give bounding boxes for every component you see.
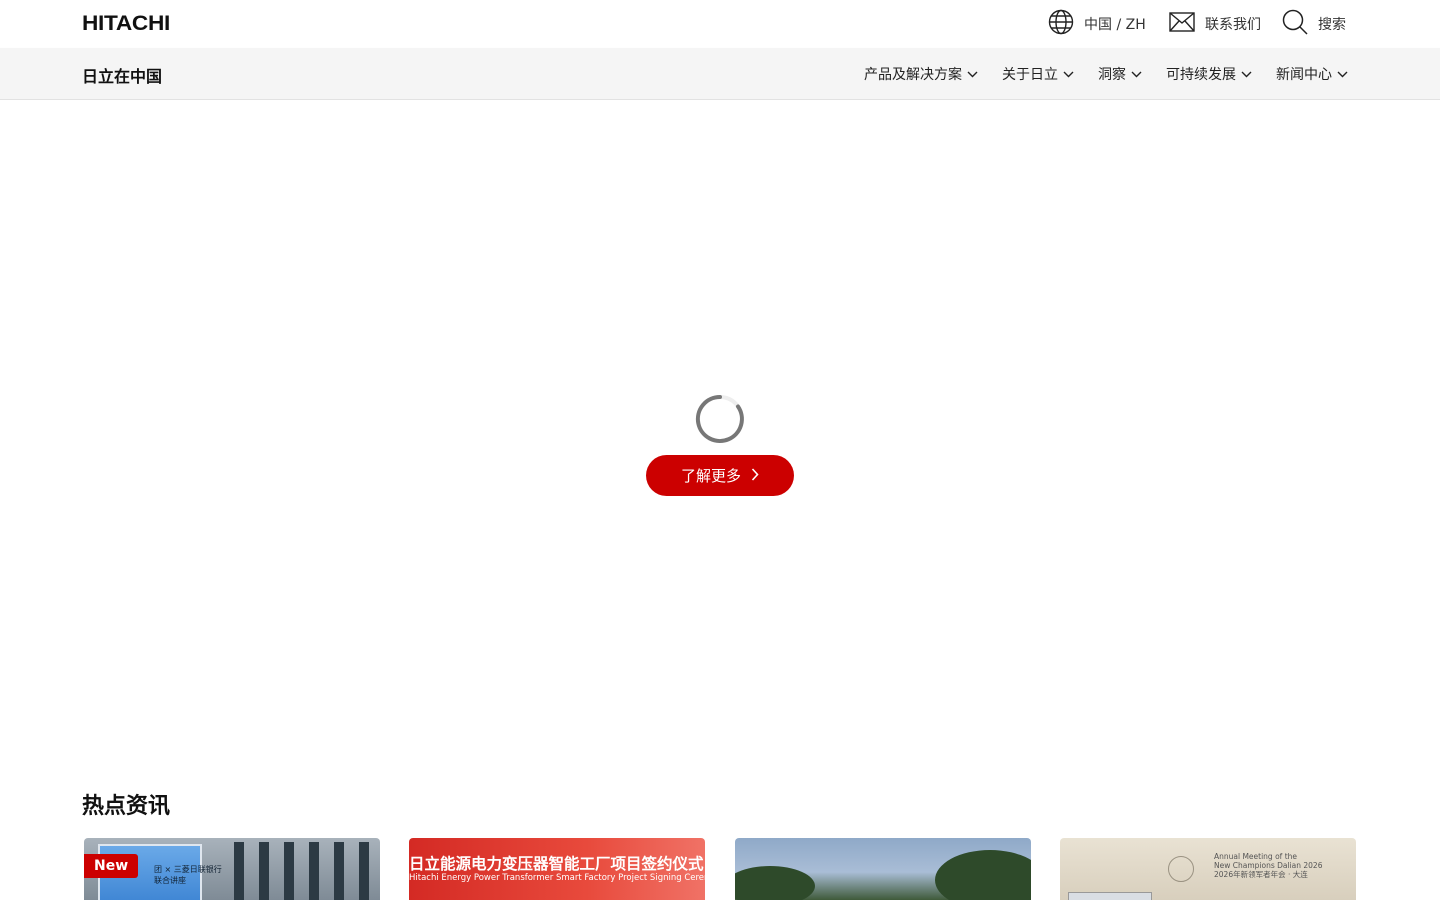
news-card[interactable]: 日立能源电力变压器智能工厂项目签约仪式 Hitachi Energy Power… bbox=[409, 838, 705, 900]
learn-more-label: 了解更多 bbox=[680, 467, 741, 485]
card-image-text: Annual Meeting of the New Champions Dali… bbox=[1214, 852, 1323, 879]
search-icon bbox=[1282, 9, 1308, 39]
window-pane bbox=[234, 842, 244, 900]
top-bar: HITACHI 中国 / ZH 联系我们 搜索 bbox=[0, 0, 1440, 48]
chevron-down-icon bbox=[967, 66, 978, 82]
nav-item-label: 洞察 bbox=[1098, 67, 1126, 83]
nav-item-label: 可持续发展 bbox=[1166, 67, 1236, 83]
chevron-down-icon bbox=[1241, 66, 1252, 82]
contact-link[interactable]: 联系我们 bbox=[1169, 0, 1261, 48]
language-label: 中国 / ZH bbox=[1084, 17, 1146, 33]
mail-icon bbox=[1169, 12, 1195, 36]
chevron-down-icon bbox=[1063, 66, 1074, 82]
forum-logo-icon bbox=[1168, 856, 1194, 882]
window-pane bbox=[359, 842, 369, 900]
window-pane bbox=[334, 842, 344, 900]
main-nav: 产品及解决方案 关于日立 洞察 可持续发展 新闻中心 bbox=[840, 48, 1348, 100]
card-image-subtext: Hitachi Energy Power Transformer Smart F… bbox=[409, 873, 705, 883]
news-section-title: 热点资讯 bbox=[82, 794, 171, 819]
nav-item-insights[interactable]: 洞察 bbox=[1098, 64, 1142, 84]
nav-item-products[interactable]: 产品及解决方案 bbox=[864, 64, 978, 84]
card-image-text: 团 × 三菱日联银行 联合讲座 bbox=[154, 865, 222, 885]
learn-more-button[interactable]: 了解更多 bbox=[646, 455, 794, 496]
loading-spinner-icon bbox=[695, 394, 745, 444]
nav-item-about[interactable]: 关于日立 bbox=[1002, 64, 1074, 84]
nav-item-label: 新闻中心 bbox=[1276, 67, 1332, 83]
news-card[interactable] bbox=[735, 838, 1031, 900]
chevron-down-icon bbox=[1337, 66, 1348, 82]
card-image-screen bbox=[1068, 892, 1152, 900]
sub-navigation: 日立在中国 产品及解决方案 关于日立 洞察 可持续发展 新闻中心 bbox=[0, 48, 1440, 100]
globe-icon bbox=[1048, 9, 1074, 39]
site-title[interactable]: 日立在中国 bbox=[82, 63, 162, 87]
search-button[interactable]: 搜索 bbox=[1282, 0, 1346, 48]
nav-item-newsroom[interactable]: 新闻中心 bbox=[1276, 64, 1348, 84]
nav-item-sustainability[interactable]: 可持续发展 bbox=[1166, 64, 1252, 84]
tree-shape bbox=[735, 866, 815, 900]
hero-section: 了解更多 bbox=[0, 100, 1440, 760]
window-pane bbox=[284, 842, 294, 900]
window-pane bbox=[309, 842, 319, 900]
hitachi-logo[interactable]: HITACHI bbox=[82, 12, 170, 36]
news-card[interactable]: 团 × 三菱日联银行 联合讲座 New bbox=[84, 838, 380, 900]
news-card[interactable]: Annual Meeting of the New Champions Dali… bbox=[1060, 838, 1356, 900]
nav-item-label: 产品及解决方案 bbox=[864, 67, 962, 83]
chevron-down-icon bbox=[1131, 66, 1142, 82]
language-selector[interactable]: 中国 / ZH bbox=[1048, 0, 1146, 48]
tree-shape bbox=[935, 850, 1031, 900]
contact-label: 联系我们 bbox=[1205, 17, 1261, 33]
new-badge: New bbox=[84, 854, 139, 878]
card-image-text: 日立能源电力变压器智能工厂项目签约仪式 bbox=[409, 855, 704, 873]
chevron-right-icon bbox=[751, 467, 759, 485]
search-label: 搜索 bbox=[1318, 17, 1346, 33]
nav-item-label: 关于日立 bbox=[1002, 67, 1058, 83]
window-pane bbox=[259, 842, 269, 900]
